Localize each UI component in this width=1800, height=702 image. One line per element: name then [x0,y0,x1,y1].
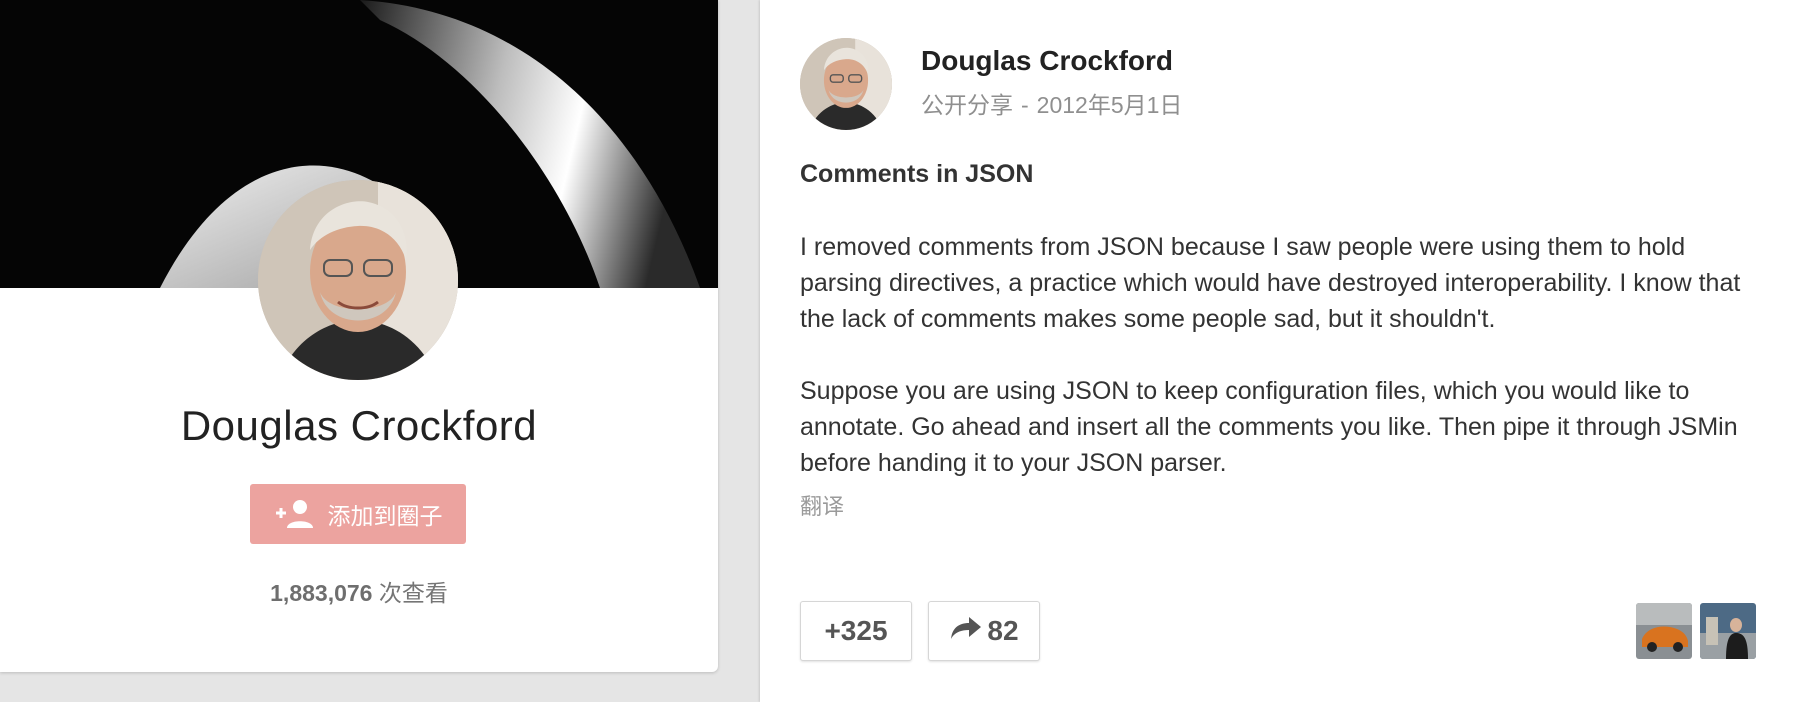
add-person-icon [274,498,316,530]
post-author-avatar[interactable] [800,38,892,130]
add-to-circles-label: 添加到圈子 [327,503,443,529]
post-paragraph: I removed comments from JSON because I s… [800,233,1741,333]
profile-name: Douglas Crockford [180,402,538,449]
post-paragraph: Suppose you are using JSON to keep confi… [800,377,1738,477]
profile-card: Douglas Crockford 添加到圈子 1,883,076 次查看 [0,0,718,672]
post-author-name[interactable]: Douglas Crockford [921,45,1173,77]
share-button[interactable]: 82 [928,601,1040,661]
share-count: 82 [987,615,1019,646]
add-to-circles-button[interactable]: 添加到圈子 [250,484,466,544]
post-card: Douglas Crockford 公开分享 -2012年5月1日 Comment… [760,0,1800,702]
resharer-avatar[interactable] [1700,603,1756,659]
post-title: Comments in JSON [800,160,1034,188]
post-visibility[interactable]: 公开分享 [921,92,1013,118]
plus-one-button[interactable]: +325 [800,601,912,661]
post-meta: 公开分享 -2012年5月1日 [921,86,1182,120]
profile-avatar[interactable] [258,180,458,380]
plusser-avatar[interactable] [1636,603,1692,659]
view-count: 1,883,076 次查看 [0,574,718,608]
plus-one-count: +325 [824,615,888,646]
view-count-label: 次查看 [378,580,448,606]
meta-separator: - [1021,92,1029,118]
view-count-number: 1,883,076 [270,580,373,606]
share-arrow-icon [949,615,983,648]
post-date[interactable]: 2012年5月1日 [1037,92,1183,118]
translate-link[interactable]: 翻译 [800,489,844,521]
